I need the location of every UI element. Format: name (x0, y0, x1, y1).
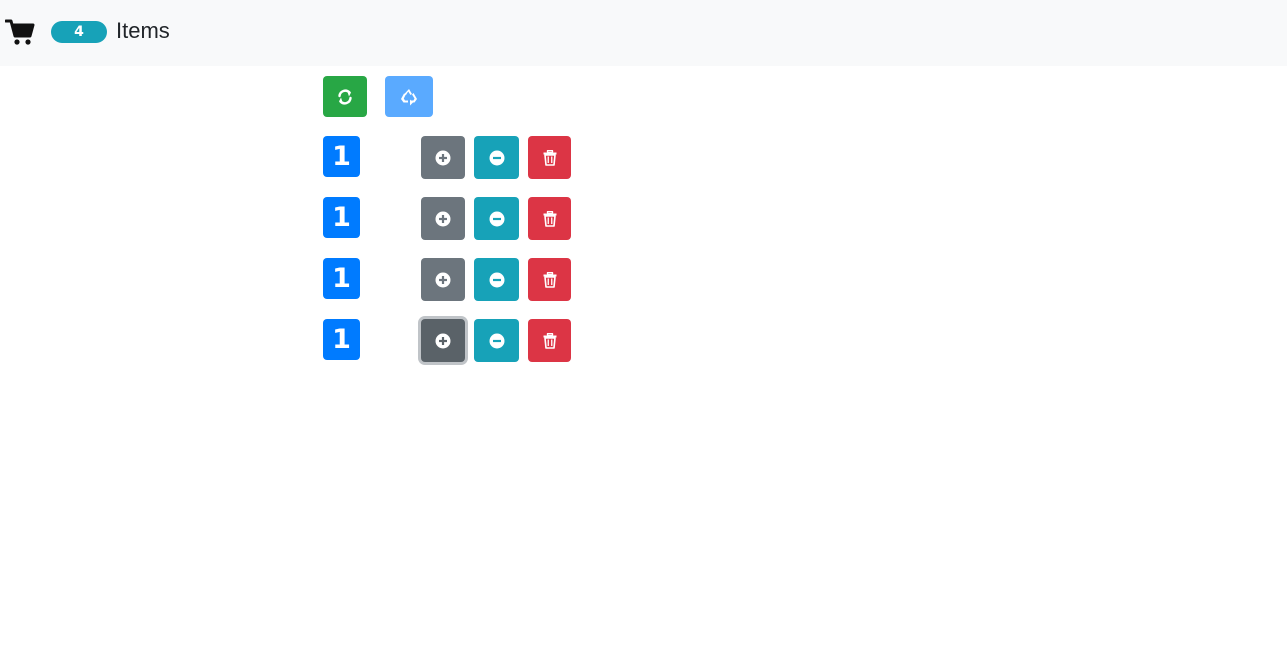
cart-item-row: 1 (0, 197, 1287, 240)
quantity-badge: 1 (323, 258, 360, 299)
quantity-badge: 1 (323, 319, 360, 360)
decrement-button[interactable] (474, 258, 519, 301)
minus-circle-icon (489, 272, 505, 288)
increment-button[interactable] (421, 197, 465, 240)
quantity-badge: 1 (323, 136, 360, 177)
minus-circle-icon (489, 211, 505, 227)
decrement-button[interactable] (474, 319, 519, 362)
delete-button[interactable] (528, 197, 571, 240)
delete-button[interactable] (528, 136, 571, 179)
increment-button[interactable] (421, 258, 465, 301)
recycle-button[interactable] (385, 76, 433, 117)
cart-item-row: 1 (0, 136, 1287, 179)
trash-icon (543, 332, 557, 349)
plus-circle-icon (435, 333, 451, 349)
delete-button[interactable] (528, 319, 571, 362)
recycle-icon (399, 87, 419, 107)
plus-circle-icon (435, 150, 451, 166)
minus-circle-icon (489, 150, 505, 166)
delete-button[interactable] (528, 258, 571, 301)
shopping-cart-icon[interactable] (4, 18, 35, 46)
trash-icon (543, 210, 557, 227)
increment-button[interactable] (421, 136, 465, 179)
decrement-button[interactable] (474, 197, 519, 240)
refresh-button[interactable] (323, 76, 367, 117)
decrement-button[interactable] (474, 136, 519, 179)
quantity-badge: 1 (323, 197, 360, 238)
cart-item-row: 1 (0, 319, 1287, 362)
navbar: 4 Items (0, 0, 1287, 66)
item-count-badge: 4 (51, 21, 107, 43)
refresh-icon (336, 88, 354, 106)
trash-icon (543, 271, 557, 288)
cart-item-row: 1 (0, 258, 1287, 301)
plus-circle-icon (435, 211, 451, 227)
minus-circle-icon (489, 333, 505, 349)
trash-icon (543, 149, 557, 166)
items-label: Items (116, 18, 170, 43)
increment-button[interactable] (421, 319, 465, 362)
plus-circle-icon (435, 272, 451, 288)
